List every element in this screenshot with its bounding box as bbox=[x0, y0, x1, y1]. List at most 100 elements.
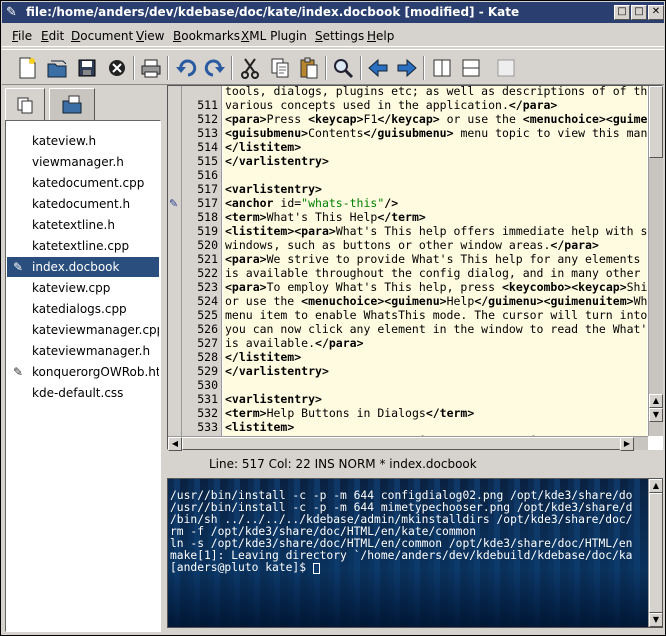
close-button[interactable]: ✕ bbox=[648, 5, 664, 20]
code-line: is available throughout the config dialo… bbox=[225, 266, 641, 280]
line-number: 530 bbox=[197, 378, 218, 392]
file-list-item[interactable]: katedialogs.cpp bbox=[7, 299, 159, 319]
title-bar[interactable]: ✎ file:/home/anders/dev/kdebase/doc/kate… bbox=[2, 2, 664, 23]
scroll-left-button[interactable]: ◀ bbox=[168, 437, 182, 451]
line-number: 533 bbox=[197, 420, 218, 434]
file-name: kateview.h bbox=[32, 134, 97, 148]
find-icon[interactable] bbox=[330, 55, 356, 81]
line-number: 519 bbox=[197, 224, 218, 238]
line-number: 531 bbox=[197, 392, 218, 406]
scroll-thumb[interactable] bbox=[649, 86, 663, 158]
file-list-item[interactable]: kateviewmanager.h bbox=[7, 341, 159, 361]
file-list-item[interactable]: viewmanager.h bbox=[7, 152, 159, 172]
file-list-item[interactable]: ✎ index.docbook bbox=[7, 257, 159, 277]
terminal-scroll-thumb[interactable] bbox=[649, 493, 662, 613]
horizontal-scrollbar[interactable]: ◀ ▶ bbox=[168, 436, 648, 451]
line-number: 512 bbox=[197, 112, 218, 126]
file-list-item[interactable]: kde-default.css bbox=[7, 383, 159, 403]
file-list-item[interactable]: ✎ konquerorgOWRob.htm bbox=[7, 362, 159, 382]
line-number: 529 bbox=[197, 364, 218, 378]
hscroll-thumb[interactable] bbox=[182, 437, 622, 450]
file-list-item[interactable]: katetextline.h bbox=[7, 215, 159, 235]
line-number: 515 bbox=[197, 154, 218, 168]
code-line: various concepts used in the application… bbox=[225, 98, 558, 112]
back-icon[interactable] bbox=[365, 55, 391, 81]
paste-icon[interactable] bbox=[296, 55, 322, 81]
undo-icon[interactable] bbox=[173, 55, 199, 81]
terminal-panel[interactable]: /usr//bin/install -c -p -m 644 configdia… bbox=[167, 478, 663, 628]
terminal-line: [anders@pluto kate]$ bbox=[170, 562, 320, 574]
code-line: <term>Help Buttons in Dialogs</term> bbox=[225, 406, 475, 420]
scroll-right-button[interactable]: ▶ bbox=[620, 437, 634, 451]
open-file-icon[interactable] bbox=[44, 55, 70, 81]
file-list[interactable]: kateview.h viewmanager.h katedocument.cpp k… bbox=[5, 120, 161, 632]
file-name: katetextline.cpp bbox=[32, 239, 130, 253]
filesystem-browser-tab[interactable] bbox=[49, 88, 95, 120]
menu-bookmarks[interactable]: Bookmarks bbox=[173, 28, 240, 44]
code-line: </varlistentry> bbox=[225, 154, 329, 168]
scroll-down-button[interactable]: ▼ bbox=[649, 408, 663, 422]
copy-icon[interactable] bbox=[267, 55, 293, 81]
line-number: 522 bbox=[197, 266, 218, 280]
line-number: 526 bbox=[197, 322, 218, 336]
line-number: 514 bbox=[197, 140, 218, 154]
file-list-tab[interactable] bbox=[5, 88, 45, 120]
file-list-item[interactable]: katedocument.h bbox=[7, 194, 159, 214]
file-list-item[interactable]: katetextline.cpp bbox=[7, 236, 159, 256]
kate-app-icon[interactable]: ✎ bbox=[6, 5, 22, 20]
code-line: tools, dialogs, plugins etc; as well as … bbox=[225, 86, 647, 98]
code-line: is available.</para> bbox=[225, 336, 364, 350]
menu-view[interactable]: View bbox=[136, 28, 164, 44]
file-name: katedocument.cpp bbox=[32, 176, 145, 190]
code-line: <anchor id="whats-this"/> bbox=[225, 196, 399, 210]
menu-help[interactable]: Help bbox=[367, 28, 394, 44]
terminal-cursor bbox=[312, 562, 320, 574]
file-name: kateviewmanager.cpp bbox=[32, 323, 159, 337]
redo-icon[interactable] bbox=[202, 55, 228, 81]
code-text[interactable]: tools, dialogs, plugins etc; as well as … bbox=[223, 86, 647, 436]
file-list-item[interactable]: kateviewmanager.cpp bbox=[7, 320, 159, 340]
line-number: 527 bbox=[197, 336, 218, 350]
line-number: 521 bbox=[197, 252, 218, 266]
scroll-up-button[interactable]: ▲ bbox=[649, 394, 663, 408]
toolbar-separator bbox=[325, 56, 327, 80]
file-name: kateviewmanager.h bbox=[32, 344, 151, 358]
toolbar-separator bbox=[423, 56, 425, 80]
line-number: 517 bbox=[197, 196, 218, 210]
save-icon[interactable] bbox=[74, 55, 100, 81]
maximize-button[interactable]: □ bbox=[631, 5, 647, 20]
cut-icon[interactable] bbox=[237, 55, 263, 81]
menu-edit[interactable]: Edit bbox=[41, 28, 64, 44]
code-line: windows, such as buttons or other window… bbox=[225, 238, 599, 252]
close-doc-icon[interactable] bbox=[104, 55, 130, 81]
new-file-icon[interactable] bbox=[14, 55, 40, 81]
line-number: 513 bbox=[197, 126, 218, 140]
icon-border[interactable]: ✎ bbox=[168, 86, 182, 436]
split-vertical-icon[interactable] bbox=[429, 55, 455, 81]
file-list-item[interactable]: kateview.h bbox=[7, 131, 159, 151]
editor-view[interactable]: ✎ 511 512 513 514 515 516 517 517 518 519 520 521 52… bbox=[167, 85, 663, 451]
shade-button[interactable]: □ bbox=[614, 5, 630, 20]
print-icon[interactable] bbox=[138, 55, 164, 81]
file-name: kateview.cpp bbox=[32, 281, 111, 295]
split-horizontal-icon[interactable] bbox=[458, 55, 484, 81]
terminal-scroll-down[interactable]: ▼ bbox=[649, 613, 662, 627]
forward-icon[interactable] bbox=[394, 55, 420, 81]
close-view-icon[interactable] bbox=[493, 55, 519, 81]
file-list-item[interactable]: katedocument.cpp bbox=[7, 173, 159, 193]
vertical-scrollbar[interactable]: ▲ ▼ bbox=[648, 86, 663, 436]
line-number: 511 bbox=[197, 98, 218, 112]
line-number: 524 bbox=[197, 294, 218, 308]
menu-xml-plugin[interactable]: XML Plugin bbox=[241, 28, 307, 44]
menu-document[interactable]: Document bbox=[71, 28, 133, 44]
document-list-icon bbox=[17, 97, 33, 113]
code-line: <guisubmenu>Contents</guisubmenu> menu t… bbox=[225, 126, 647, 140]
code-line: <term>What's This Help</term> bbox=[225, 210, 426, 224]
terminal-scroll-up[interactable]: ▲ bbox=[649, 479, 662, 493]
file-list-item[interactable]: kateview.cpp bbox=[7, 278, 159, 298]
menu-settings[interactable]: Settings bbox=[315, 28, 364, 44]
terminal-scrollbar[interactable]: ▲ ▼ bbox=[648, 479, 662, 627]
line-number: 528 bbox=[197, 350, 218, 364]
toolbar-separator bbox=[133, 56, 135, 80]
menu-file[interactable]: File bbox=[12, 28, 32, 44]
